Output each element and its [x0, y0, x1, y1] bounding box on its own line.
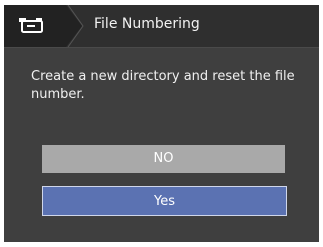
menu-header: File Numbering	[4, 5, 319, 48]
header-chevron-icon	[67, 5, 84, 47]
no-button[interactable]: NO	[42, 145, 285, 173]
menu-tab[interactable]	[4, 5, 66, 47]
camera-settings-icon	[18, 15, 50, 39]
yes-button[interactable]: Yes	[42, 186, 287, 216]
camera-menu-screen: File Numbering Create a new directory an…	[4, 5, 319, 242]
page-title: File Numbering	[94, 16, 200, 32]
dialog-message: Create a new directory and reset the fil…	[31, 69, 295, 102]
